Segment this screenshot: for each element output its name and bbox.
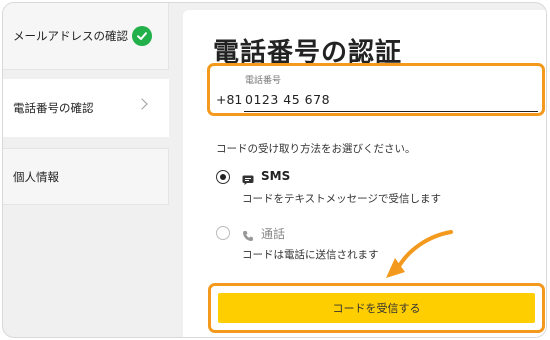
input-underline [244, 111, 538, 112]
sms-radio[interactable] [216, 170, 230, 184]
step-phone-verification[interactable]: 電話番号の確認 [3, 79, 169, 137]
step-email-verification[interactable]: メールアドレスの確認 [3, 3, 169, 70]
step-label: メールアドレスの確認 [13, 29, 128, 43]
send-code-highlight: コードを受信する [208, 283, 545, 333]
phone-icon [242, 227, 254, 241]
sms-option-description: コードをテキストメッセージで受信します [242, 193, 441, 205]
app-window: メールアドレスの確認 電話番号の確認 個人情報 電話番号の認証 電話番号 +81… [2, 2, 547, 338]
method-prompt: コードの受け取り方法をお選びください。 [216, 143, 416, 155]
send-code-button[interactable]: コードを受信する [218, 293, 535, 323]
phone-input[interactable]: 0123 45 678 [245, 92, 330, 107]
call-option-description: コードは電話に送信されます [242, 249, 379, 261]
chevron-right-icon [136, 98, 148, 110]
call-radio[interactable] [216, 226, 230, 240]
steps-sidebar: メールアドレスの確認 電話番号の確認 個人情報 [3, 3, 171, 337]
step-label: 電話番号の確認 [13, 101, 94, 115]
phone-field-label: 電話番号 [245, 76, 282, 86]
check-icon [132, 26, 152, 46]
step-label: 個人情報 [13, 169, 59, 184]
main-panel: 電話番号の認証 電話番号 +81 0123 45 678 コードの受け取り方法を… [183, 10, 546, 337]
country-code: +81 [216, 92, 243, 107]
step-personal-info[interactable]: 個人情報 [3, 148, 169, 205]
call-option-title[interactable]: 通話 [261, 225, 285, 242]
message-icon [242, 171, 254, 185]
sms-option-title[interactable]: SMS [261, 169, 290, 183]
arrow-pointer-icon [386, 230, 453, 278]
phone-number-field[interactable]: 電話番号 +81 0123 45 678 [207, 63, 545, 116]
